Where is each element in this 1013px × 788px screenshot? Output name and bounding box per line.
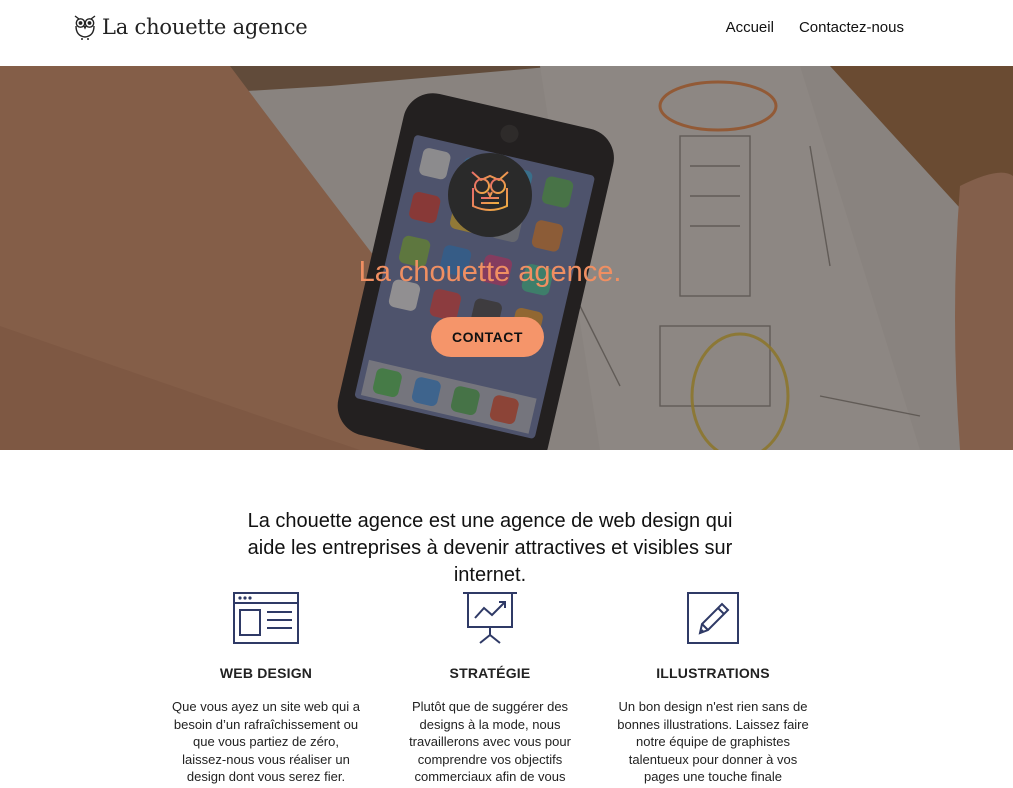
contact-button[interactable]: CONTACT <box>431 317 544 357</box>
service-description: Un bon design n'est rien sans de bonnes … <box>617 699 809 788</box>
hero-banner: La chouette agence. CONTACT <box>0 66 1013 450</box>
intro-section: La chouette agence est une agence de web… <box>0 508 980 589</box>
owl-logo-icon <box>471 171 509 217</box>
service-title: ILLUSTRATIONS <box>656 665 770 681</box>
nav-contactez-nous[interactable]: Contactez-nous <box>799 19 904 36</box>
owl-icon <box>74 15 96 40</box>
service-description: Plutôt que de suggérer des designs à la … <box>409 699 571 788</box>
service-title: WEB DESIGN <box>219 665 313 681</box>
nav-accueil[interactable]: Accueil <box>726 19 774 36</box>
main-nav: Accueil Contactez-nous <box>726 19 904 36</box>
pencil-icon <box>687 592 739 644</box>
service-description: Que vous ayez un site web qui a besoin d… <box>172 699 360 785</box>
service-title: STRATÉGIE <box>449 665 531 681</box>
service-strategie: STRATÉGIE Plutôt que de suggérer des des… <box>390 590 590 788</box>
service-web-design: WEB DESIGN Que vous ayez un site web qui… <box>166 590 366 786</box>
brand-logo[interactable]: La chouette agence <box>72 12 308 42</box>
service-illustrations: ILLUSTRATIONS Un bon design n'est rien s… <box>613 590 813 788</box>
intro-text: La chouette agence est une agence de web… <box>247 510 733 586</box>
hero-owl-logo <box>448 153 532 237</box>
strategy-icon <box>463 592 517 644</box>
site-header: La chouette agence Accueil Contactez-nou… <box>0 0 1013 66</box>
web-design-icon <box>233 592 299 644</box>
hero-title: La chouette agence. <box>358 256 622 288</box>
brand-name: La chouette agence <box>102 15 308 39</box>
